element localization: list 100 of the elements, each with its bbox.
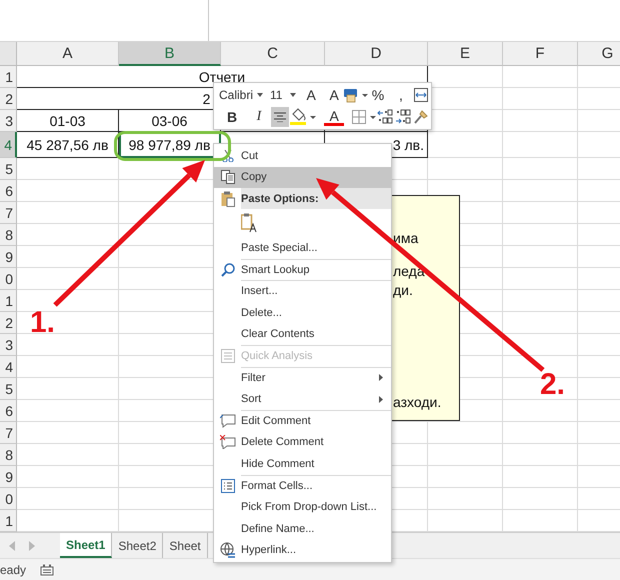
empty-cell[interactable] (503, 246, 578, 268)
column-header[interactable]: C (221, 42, 325, 66)
comment-text: леда (393, 263, 425, 279)
decrease-decimal-icon[interactable] (395, 109, 412, 125)
borders-icon[interactable] (352, 110, 376, 124)
cell[interactable]: 45 287,56 лв (17, 132, 119, 158)
paintbrush-icon[interactable] (412, 109, 429, 125)
menu-item[interactable]: Clear Contents (214, 324, 391, 346)
scissors-icon (222, 150, 234, 162)
row-header[interactable]: 2 (0, 312, 17, 334)
scroll-right-icon[interactable] (28, 540, 36, 550)
row-header[interactable]: 0 (0, 488, 17, 510)
format-button[interactable]: % (368, 85, 388, 105)
row-header[interactable]: 3 (0, 110, 17, 132)
row-header[interactable]: 5 (0, 158, 17, 180)
empty-cell[interactable] (503, 158, 578, 180)
row-header[interactable]: 1 (0, 290, 17, 312)
empty-cell[interactable] (503, 312, 578, 334)
row-header[interactable]: 0 (0, 268, 17, 290)
empty-cell[interactable] (428, 488, 503, 510)
italic-button[interactable]: I (249, 107, 269, 127)
empty-cell[interactable] (503, 224, 578, 246)
menu-item[interactable]: Pick From Drop-down List... (214, 496, 391, 518)
row-header[interactable]: 1 (0, 66, 17, 88)
empty-cell[interactable] (503, 290, 578, 312)
empty-cell[interactable] (503, 334, 578, 356)
column-header[interactable]: B (119, 42, 221, 66)
macro-record-icon[interactable] (40, 564, 54, 576)
cell[interactable]: 98 977,89 лв (119, 132, 221, 158)
row-header[interactable]: 9 (0, 246, 17, 268)
menu-item[interactable]: Hide Comment (214, 453, 391, 475)
row-header[interactable]: 6 (0, 180, 17, 202)
clipboard-icon (220, 190, 234, 207)
globe-link-icon (220, 542, 236, 558)
status-text: eady (0, 562, 26, 576)
select-all-corner[interactable] (0, 42, 17, 66)
center-align-icon[interactable] (271, 107, 290, 127)
cell[interactable]: 01-03 (17, 110, 119, 132)
scroll-left-icon[interactable] (8, 540, 16, 550)
shrink-font-button[interactable]: A (324, 85, 344, 105)
empty-cell[interactable] (503, 110, 578, 132)
comment-text: азходи. (393, 394, 442, 410)
menu-item[interactable]: Hyperlink... (214, 540, 391, 562)
column-header[interactable]: D (325, 42, 428, 66)
empty-cell[interactable] (503, 132, 578, 158)
empty-cell[interactable] (428, 444, 503, 466)
font-size-dropdown[interactable]: 11 (268, 86, 298, 104)
empty-cell[interactable] (428, 422, 503, 444)
row-header[interactable]: 8 (0, 444, 17, 466)
currency-icon[interactable] (343, 87, 370, 103)
column-header[interactable]: A (17, 42, 119, 66)
menu-item[interactable]: Sort (214, 388, 391, 410)
menu-item[interactable]: Define Name... (214, 518, 391, 540)
increase-decimal-icon[interactable] (377, 109, 394, 125)
empty-cell[interactable] (503, 268, 578, 290)
row-header[interactable]: 6 (0, 400, 17, 422)
column-header[interactable]: E (428, 42, 503, 66)
row-header[interactable]: 3 (0, 334, 17, 356)
fill-bucket-icon[interactable] (290, 108, 316, 126)
sheet-tab[interactable]: Sheet1 (60, 533, 112, 558)
menu-item[interactable]: Delete Comment (214, 432, 391, 454)
dropdown-caret-icon (290, 93, 296, 97)
font-name-dropdown[interactable]: Calibri (217, 86, 266, 104)
row-header[interactable]: 7 (0, 202, 17, 224)
empty-cell[interactable] (503, 444, 578, 466)
menu-item[interactable]: Delete... (214, 302, 391, 324)
empty-cell[interactable] (503, 202, 578, 224)
row-header[interactable]: 1 (0, 510, 17, 532)
grow-font-button[interactable]: A (301, 85, 322, 105)
row-header[interactable]: 8 (0, 224, 17, 246)
empty-cell[interactable] (428, 158, 503, 180)
quick-analysis-icon (220, 348, 234, 363)
row-header[interactable]: 4 (0, 356, 17, 378)
empty-cell[interactable] (503, 466, 578, 488)
menu-item[interactable]: Copy (214, 166, 391, 188)
column-header[interactable]: G (578, 42, 620, 66)
menu-item[interactable]: Paste Special... (214, 237, 391, 259)
font-color-button[interactable]: A (324, 108, 344, 126)
column-header[interactable]: F (503, 42, 578, 66)
row-header[interactable]: 5 (0, 378, 17, 400)
empty-cell[interactable] (503, 180, 578, 202)
empty-cell[interactable] (503, 422, 578, 444)
row-header[interactable]: 2 (0, 88, 17, 110)
merge-cells-icon[interactable] (414, 88, 428, 102)
empty-cell[interactable] (428, 466, 503, 488)
annotation-label: 2. (540, 368, 566, 402)
row-header[interactable]: 7 (0, 422, 17, 444)
annotation-label: 1. (30, 306, 56, 340)
empty-cell[interactable] (428, 132, 503, 158)
menu-section-header: Paste Options: (241, 188, 391, 210)
empty-cell[interactable] (503, 400, 578, 422)
empty-cell[interactable] (503, 66, 578, 88)
format-button[interactable]: , (391, 85, 411, 105)
bold-button[interactable]: B (222, 107, 242, 127)
row-header[interactable]: 9 (0, 466, 17, 488)
dropdown-caret-icon (257, 93, 264, 97)
empty-cell[interactable] (503, 88, 578, 110)
empty-cell[interactable] (503, 488, 578, 510)
row-header[interactable]: 4 (0, 132, 17, 158)
submenu-arrow-icon (379, 396, 383, 403)
